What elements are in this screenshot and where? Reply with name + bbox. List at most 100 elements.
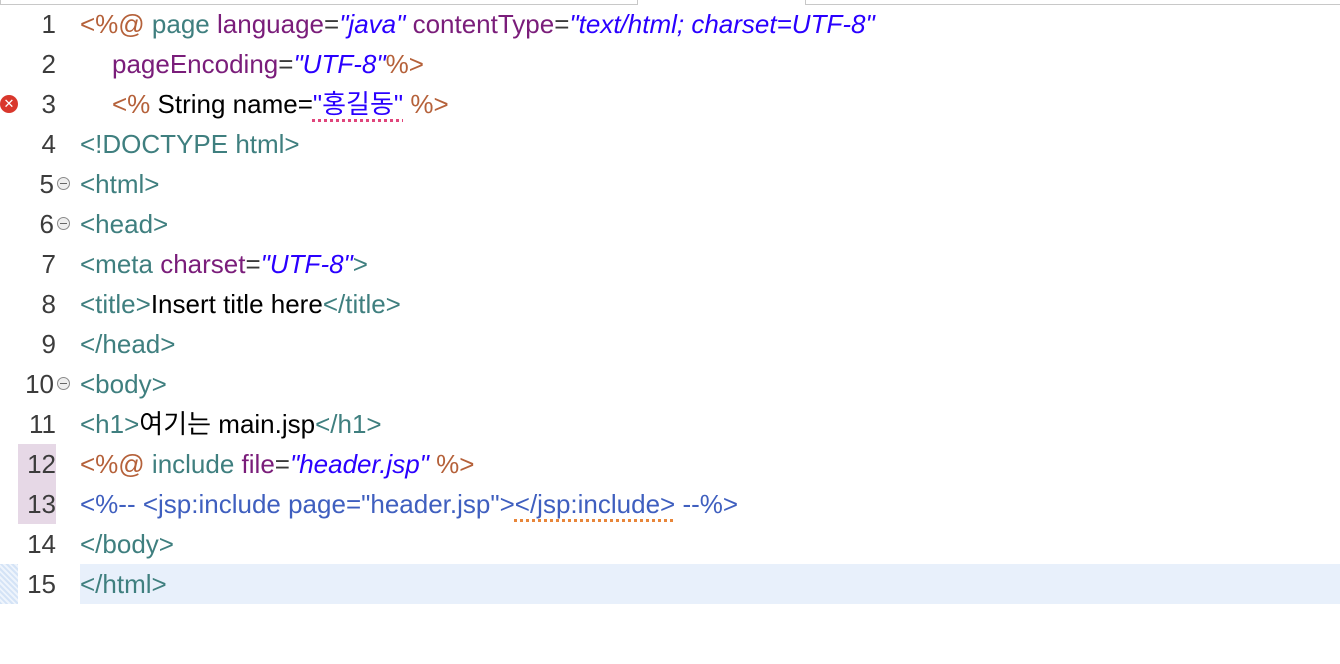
equals-sign: = (274, 449, 290, 479)
code-text[interactable]: <title>Insert title here</title> (80, 284, 1340, 324)
html-tag: <head> (80, 209, 169, 239)
code-line[interactable]: 9 </head> (0, 324, 1340, 364)
jsp-scriptlet-open: <% (112, 89, 158, 119)
attribute-value: "UTF-8" (293, 49, 386, 79)
gutter: 7 (0, 244, 80, 284)
jsp-directive-close: %> (428, 449, 475, 479)
jsp-directive-open: <%@ (80, 449, 152, 479)
html-tag: </h1> (315, 409, 382, 439)
code-text[interactable]: <h1>여기는 main.jsp</h1> (80, 404, 1340, 444)
gutter: 4 (0, 124, 80, 164)
code-text[interactable]: </head> (80, 324, 1340, 364)
gutter: 8 (0, 284, 80, 324)
attribute-name: pageEncoding (112, 49, 279, 79)
code-line[interactable]: 1 <%@ page language="java" contentType="… (0, 4, 1340, 44)
attribute-name: charset (160, 249, 246, 279)
equals-sign: = (278, 49, 294, 79)
code-text[interactable]: <!DOCTYPE html> (80, 124, 1340, 164)
line-number: 7 (41, 249, 56, 279)
line-number: 11 (29, 409, 56, 439)
line-number: 9 (41, 329, 56, 359)
attribute-name: file (241, 449, 275, 479)
code-line[interactable]: 10 <body> (0, 364, 1340, 404)
code-line[interactable]: 12 <%@ include file="header.jsp" %> (0, 444, 1340, 484)
line-number: 5 (39, 169, 54, 199)
string-literal-error[interactable]: "홍길동" (313, 89, 403, 119)
code-line[interactable]: 5 <html> (0, 164, 1340, 204)
collapse-icon[interactable] (57, 217, 70, 230)
gutter: 15 (0, 564, 80, 604)
gutter: 14 (0, 524, 80, 564)
attribute-value: "UTF-8" (260, 249, 353, 279)
code-line[interactable]: 7 <meta charset="UTF-8"> (0, 244, 1340, 284)
code-editor[interactable]: 1 <%@ page language="java" contentType="… (0, 0, 1340, 664)
java-code: String name= (157, 89, 313, 119)
code-text[interactable]: <meta charset="UTF-8"> (80, 244, 1340, 284)
line-number: 15 (27, 569, 56, 599)
html-tag: <h1> (80, 409, 140, 439)
gutter: 12 (0, 444, 80, 484)
html-tag: <html> (80, 169, 160, 199)
jsp-directive-open: <%@ (80, 9, 152, 39)
code-line[interactable]: 13 <%-- <jsp:include page="header.jsp"><… (0, 484, 1340, 524)
gutter: 10 (0, 364, 80, 404)
attribute-value: "text/html; charset=UTF-8" (569, 9, 875, 39)
jsp-comment: <%-- <jsp:include page="header.jsp"> (80, 489, 515, 519)
html-tag: <body> (80, 369, 167, 399)
html-tag: </body> (80, 529, 174, 559)
code-text[interactable]: <% String name="홍길동" %> (80, 84, 1340, 124)
html-tag: <title> (80, 289, 151, 319)
equals-sign: = (245, 249, 261, 279)
line-number: 14 (27, 529, 56, 559)
gutter: ✕ 3 (0, 84, 80, 124)
code-line[interactable]: 4 <!DOCTYPE html> (0, 124, 1340, 164)
attribute-value: "header.jsp" (289, 449, 429, 479)
code-text[interactable]: <%-- <jsp:include page="header.jsp"></js… (80, 484, 1340, 524)
html-tag: </html> (80, 569, 167, 599)
code-line[interactable]: 8 <title>Insert title here</title> (0, 284, 1340, 324)
code-text[interactable]: <body> (80, 364, 1340, 404)
doctype: <!DOCTYPE html> (80, 129, 300, 159)
jsp-directive-close: %> (385, 49, 424, 79)
collapse-icon[interactable] (57, 177, 70, 190)
jsp-comment-warning[interactable]: </jsp:include> (515, 489, 675, 519)
html-tag: </head> (80, 329, 176, 359)
code-line[interactable]: ✕ 3 <% String name="홍길동" %> (0, 84, 1340, 124)
code-line[interactable]: 2 pageEncoding="UTF-8"%> (0, 44, 1340, 84)
directive-name: page (151, 9, 217, 39)
line-number: 13 (27, 489, 56, 519)
html-tag: > (352, 249, 368, 279)
line-number: 12 (27, 449, 56, 479)
code-text[interactable]: </html> (80, 564, 1340, 604)
code-text[interactable]: </body> (80, 524, 1340, 564)
equals-sign: = (554, 9, 570, 39)
current-line-marker (0, 564, 18, 604)
html-tag: </title> (322, 289, 401, 319)
code-text[interactable]: pageEncoding="UTF-8"%> (80, 44, 1340, 84)
code-line[interactable]: 6 <head> (0, 204, 1340, 244)
directive-name: include (151, 449, 242, 479)
collapse-icon[interactable] (57, 377, 70, 390)
line-number: 3 (41, 89, 56, 119)
code-line[interactable]: 11 <h1>여기는 main.jsp</h1> (0, 404, 1340, 444)
html-tag: <meta (80, 249, 161, 279)
line-number: 1 (41, 9, 56, 39)
line-number: 10 (25, 369, 54, 399)
line-number: 6 (39, 209, 54, 239)
attribute-name: contentType (405, 9, 555, 39)
gutter: 5 (0, 164, 80, 204)
code-line[interactable]: 14 </body> (0, 524, 1340, 564)
jsp-scriptlet-close: %> (403, 89, 449, 119)
jsp-comment: --%> (675, 489, 739, 519)
code-text[interactable]: <%@ page language="java" contentType="te… (80, 4, 1340, 44)
line-number: 4 (41, 129, 56, 159)
code-line-current[interactable]: 15 </html> (0, 564, 1340, 604)
attribute-name: language (217, 9, 324, 39)
code-text[interactable]: <%@ include file="header.jsp" %> (80, 444, 1340, 484)
code-text[interactable]: <html> (80, 164, 1340, 204)
gutter: 11 (0, 404, 80, 444)
equals-sign: = (324, 9, 340, 39)
error-icon[interactable]: ✕ (0, 95, 18, 113)
gutter: 9 (0, 324, 80, 364)
code-text[interactable]: <head> (80, 204, 1340, 244)
